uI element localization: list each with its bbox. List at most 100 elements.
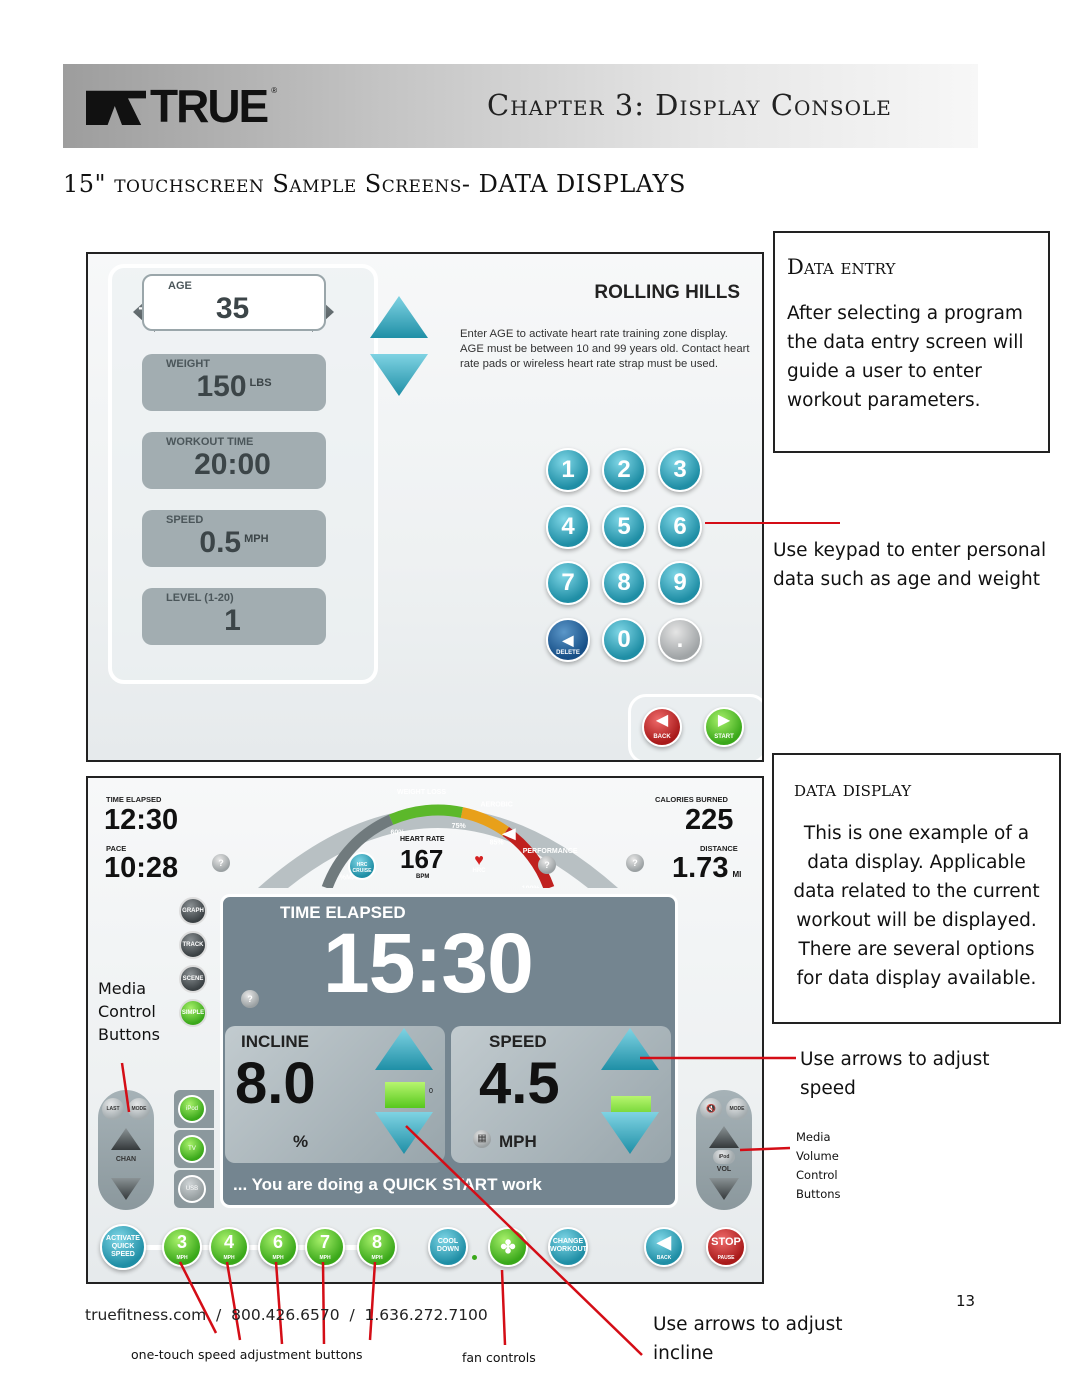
data-entry-callout: Data entry After selecting a program the… bbox=[773, 231, 1050, 453]
pace-value: 10:28 bbox=[104, 852, 179, 884]
heart-rate-value: 167 bbox=[400, 844, 444, 874]
activate-quick-speed-button[interactable]: ACTIVATE QUICK SPEED bbox=[100, 1224, 146, 1270]
keypad-key-7[interactable]: 7 bbox=[546, 561, 590, 605]
incline-unit: % bbox=[293, 1132, 309, 1151]
view-scene-button[interactable]: SCENE bbox=[179, 965, 207, 993]
fan-indicator-light bbox=[472, 1255, 477, 1260]
field-value: 1 bbox=[224, 604, 241, 637]
gauge-mark-label: 75% bbox=[452, 823, 467, 830]
keypad-key-4[interactable]: 4 bbox=[546, 505, 590, 549]
display-back-button[interactable]: ◀ BACK bbox=[644, 1227, 684, 1267]
chapter-title: Chapter 3: Display Console bbox=[487, 88, 892, 122]
keypad-key-6[interactable]: 6 bbox=[658, 505, 702, 549]
channel-down-button[interactable] bbox=[111, 1178, 141, 1200]
incline-up-button[interactable] bbox=[375, 1028, 433, 1070]
source-usb-button[interactable]: USB bbox=[178, 1175, 206, 1203]
keypad-key-0[interactable]: 0 bbox=[602, 618, 646, 662]
source-tab-usb: USB bbox=[174, 1170, 214, 1208]
incline-down-button[interactable] bbox=[375, 1112, 433, 1154]
field-label: AGE bbox=[168, 280, 192, 292]
incline-level-bar bbox=[385, 1082, 425, 1108]
speed-up-button[interactable] bbox=[601, 1028, 659, 1070]
hrc-cruise-button[interactable]: HRC CRUISE bbox=[348, 852, 376, 880]
field-age[interactable]: AGE 35 bbox=[142, 274, 326, 331]
field-label: WORKOUT TIME bbox=[166, 436, 254, 448]
keypad-key-2[interactable]: 2 bbox=[602, 448, 646, 492]
heart-rate-unit: BPM bbox=[416, 874, 430, 880]
distance-help-button[interactable]: ? bbox=[626, 854, 644, 872]
mute-button[interactable]: 🔇 bbox=[700, 1098, 722, 1120]
incline-value: 8.0 bbox=[235, 1051, 316, 1116]
quick-speed-8-button[interactable]: 8 MPH bbox=[357, 1227, 397, 1267]
scrolling-message: ... You are doing a QUICK START work bbox=[233, 1175, 542, 1194]
callout-body: This is one example of a data display. A… bbox=[793, 823, 1040, 989]
gauge-zone-label: AEROBIC bbox=[480, 801, 512, 808]
play-icon: ▶ bbox=[717, 712, 731, 729]
fan-button[interactable]: ✤ bbox=[488, 1227, 528, 1267]
section-title: 15" touchscreen Sample Screens- DATA DIS… bbox=[63, 170, 686, 198]
speed-down-button[interactable] bbox=[601, 1112, 659, 1154]
keypad-note: Use keypad to enter personal data such a… bbox=[773, 540, 1047, 590]
pace-help-button[interactable]: ? bbox=[212, 854, 230, 872]
gauge-help-button[interactable]: ? bbox=[538, 856, 556, 874]
field-label: LEVEL (1-20) bbox=[166, 592, 234, 604]
quick-speed-7-button[interactable]: 7 MPH bbox=[305, 1227, 345, 1267]
start-button[interactable]: ▶ START bbox=[704, 707, 744, 747]
keypad-key-3[interactable]: 3 bbox=[658, 448, 702, 492]
view-simple-button[interactable]: SIMPLE bbox=[179, 999, 207, 1027]
gauge-zone-label: WEIGHT LOSS bbox=[397, 789, 446, 796]
quick-speed-4-button[interactable]: 4 MPH bbox=[209, 1227, 249, 1267]
speed-arrows-note: Use arrows to adjust speed bbox=[800, 1049, 990, 1099]
source-tv-button[interactable]: TV bbox=[178, 1135, 206, 1163]
source-tab-tv: TV bbox=[174, 1130, 214, 1168]
speed-unit: MPH bbox=[499, 1132, 537, 1151]
volume-label: VOL bbox=[716, 1166, 732, 1173]
calories-value: 225 bbox=[685, 804, 734, 836]
distance-unit: MI bbox=[732, 870, 742, 879]
field-value: 150 LBS bbox=[196, 370, 272, 403]
back-button[interactable]: ◀ BACK bbox=[642, 707, 682, 747]
data-display-callout: data display This is one example of a da… bbox=[772, 753, 1061, 1024]
change-workout-button[interactable]: CHANGE WORKOUT bbox=[548, 1227, 588, 1267]
volume-up-button[interactable] bbox=[709, 1126, 739, 1148]
keypad-key-9[interactable]: 9 bbox=[658, 561, 702, 605]
callout-body: After selecting a program the data entry… bbox=[787, 303, 1024, 411]
keypad-key-5[interactable]: 5 bbox=[602, 505, 646, 549]
calculator-icon[interactable]: ▦ bbox=[473, 1130, 491, 1148]
keypad-decimal-button[interactable]: . bbox=[658, 618, 702, 662]
view-track-button[interactable]: TRACK bbox=[179, 931, 207, 959]
keypad-key-8[interactable]: 8 bbox=[602, 561, 646, 605]
page-number: 13 bbox=[956, 1292, 976, 1310]
ipod-source-button[interactable]: iPod bbox=[713, 1150, 735, 1164]
footer-contact: truefitness.com / 800.426.6570 / 1.636.2… bbox=[85, 1306, 488, 1324]
field-workout-time[interactable]: WORKOUT TIME 20:00 bbox=[142, 432, 326, 489]
stop-pause-button[interactable]: STOP PAUSE bbox=[706, 1227, 746, 1267]
fan-icon: ✤ bbox=[500, 1237, 516, 1257]
speed-panel: SPEED 4.5 ▦ MPH bbox=[451, 1026, 671, 1163]
field-weight[interactable]: WEIGHT 150 LBS bbox=[142, 354, 326, 411]
field-label: WEIGHT bbox=[166, 358, 210, 370]
volume-mode-button[interactable]: MODE bbox=[726, 1098, 748, 1120]
channel-remote: LAST MODE CHAN bbox=[98, 1090, 154, 1210]
keypad-delete-button[interactable]: ◀ DELETE bbox=[546, 618, 590, 662]
field-speed[interactable]: SPEED 0.5 MPH bbox=[142, 510, 326, 567]
field-level[interactable]: LEVEL (1-20) 1 bbox=[142, 588, 326, 645]
cool-down-button[interactable]: COOL DOWN bbox=[428, 1227, 468, 1267]
keypad-key-1[interactable]: 1 bbox=[546, 448, 590, 492]
quick-speed-3-button[interactable]: 3 MPH bbox=[162, 1227, 202, 1267]
field-label: SPEED bbox=[166, 514, 204, 526]
source-ipod-button[interactable]: iPod bbox=[178, 1095, 206, 1123]
quick-speed-6-button[interactable]: 6 MPH bbox=[258, 1227, 298, 1267]
main-help-button[interactable]: ? bbox=[241, 990, 259, 1008]
view-graph-button[interactable]: GRAPH bbox=[179, 897, 207, 925]
mode-button[interactable]: MODE bbox=[128, 1098, 150, 1120]
time-elapsed-value: 12:30 bbox=[104, 804, 179, 836]
speed-label: SPEED bbox=[489, 1032, 547, 1051]
one-touch-note: one-touch speed adjustment buttons bbox=[131, 1347, 363, 1362]
time-elapsed-label: TIME ELAPSED bbox=[106, 795, 162, 804]
channel-up-button[interactable] bbox=[111, 1128, 141, 1150]
last-button[interactable]: LAST bbox=[102, 1098, 124, 1120]
media-control-note: Media Control Buttons bbox=[98, 979, 160, 1044]
registered-mark: ® bbox=[271, 86, 278, 95]
volume-down-button[interactable] bbox=[709, 1178, 739, 1200]
